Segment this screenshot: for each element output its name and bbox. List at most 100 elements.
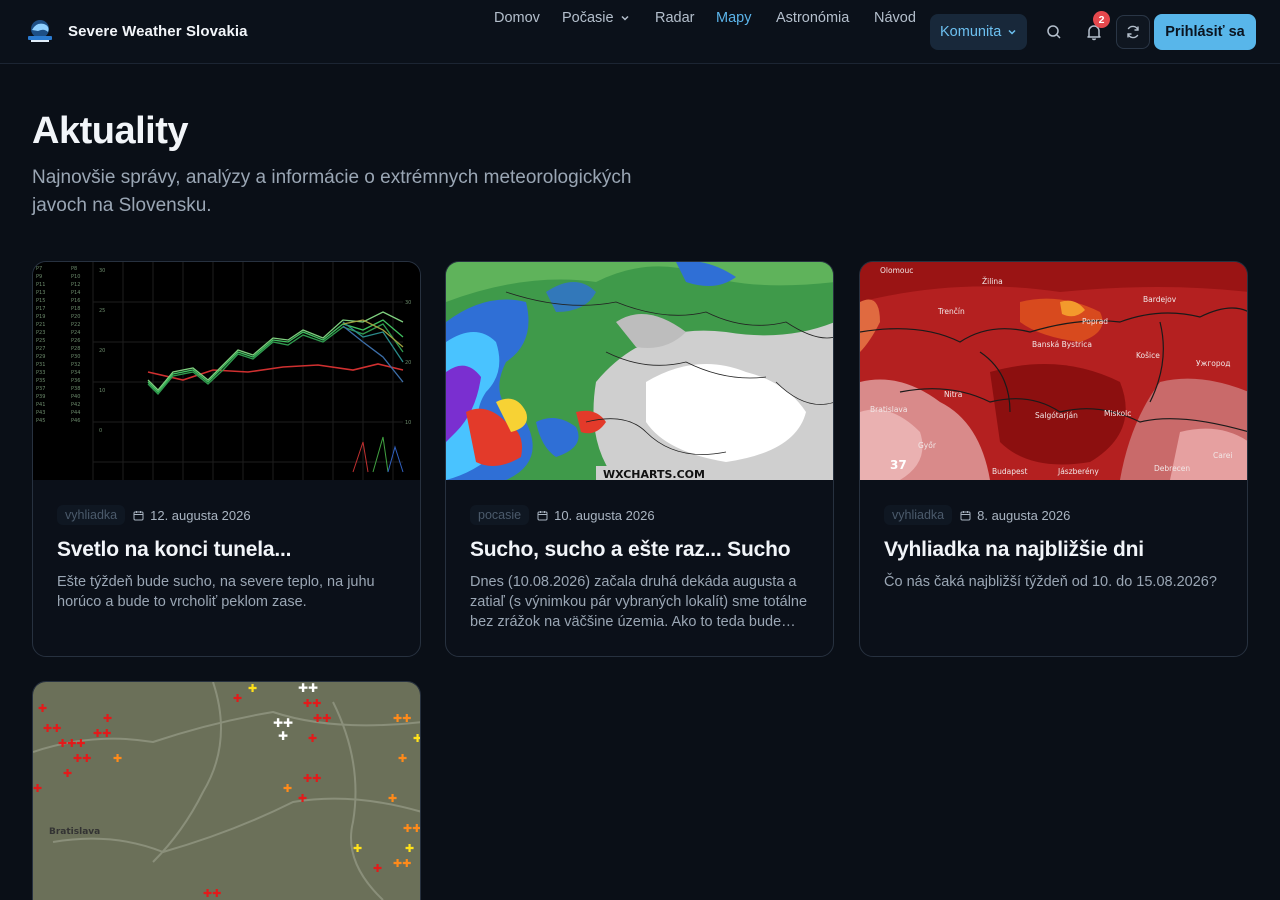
svg-text:✚: ✚ — [388, 792, 397, 805]
svg-text:✚✚: ✚✚ — [303, 772, 321, 785]
svg-text:20: 20 — [99, 348, 105, 354]
article-card[interactable]: P7 P9 P11 P13 P15 P17 P19 P21 P23 P25 P27 P29 P31… — [32, 261, 421, 657]
map-value-label: 37 — [890, 458, 907, 472]
svg-text:P28: P28 — [71, 346, 80, 352]
refresh-button[interactable] — [1116, 15, 1150, 49]
svg-text:P11: P11 — [36, 282, 45, 288]
nav-navod[interactable]: Návod — [874, 0, 916, 36]
svg-text:P17: P17 — [36, 306, 45, 312]
brand-logo-icon — [28, 20, 52, 42]
svg-text:✚: ✚ — [353, 842, 362, 855]
svg-text:P16: P16 — [71, 298, 80, 304]
svg-text:P20: P20 — [71, 314, 80, 320]
search-button[interactable] — [1037, 15, 1071, 49]
svg-text:P24: P24 — [71, 330, 80, 336]
article-excerpt: Dnes (10.08.2026) začala druhá dekáda au… — [470, 574, 808, 630]
nav-label: Mapy — [716, 10, 752, 26]
page-title: Aktuality — [32, 110, 188, 152]
nav-komunita[interactable]: Komunita — [930, 14, 1028, 50]
page-subtitle: Najnovšie správy, analýzy a informácie o… — [32, 167, 632, 216]
svg-text:P33: P33 — [36, 370, 45, 376]
article-date: 8. augusta 2026 — [960, 508, 1070, 523]
map-label: Salgótarján — [1035, 411, 1078, 420]
svg-text:P35: P35 — [36, 378, 45, 384]
svg-text:P39: P39 — [36, 394, 45, 400]
svg-text:P21: P21 — [36, 322, 45, 328]
nav-label: Počasie — [562, 10, 614, 26]
nav-pocasie[interactable]: Počasie — [562, 0, 630, 36]
article-title[interactable]: Sucho, sucho a ešte raz... Sucho — [470, 538, 809, 562]
article-title[interactable]: Vyhliadka na najbližšie dni — [884, 538, 1223, 562]
search-icon — [1047, 25, 1061, 39]
map-label: Bardejov — [1143, 295, 1177, 304]
svg-text:✚: ✚ — [248, 682, 257, 695]
svg-text:✚✚: ✚✚ — [73, 752, 91, 765]
svg-text:P38: P38 — [71, 386, 80, 392]
svg-text:P40: P40 — [71, 394, 80, 400]
calendar-icon — [960, 510, 971, 520]
nav-astronomia[interactable]: Astronómia — [776, 0, 849, 36]
category-tag[interactable]: vyhliadka — [57, 505, 126, 525]
nav-label: Návod — [874, 10, 916, 26]
svg-text:✚✚: ✚✚ — [313, 712, 331, 725]
category-tag[interactable]: vyhliadka — [884, 505, 953, 525]
svg-text:P34: P34 — [71, 370, 80, 376]
article-image-precipitation-map: WXCHARTS.COM — [446, 262, 833, 480]
article-date-text: 10. augusta 2026 — [554, 507, 655, 523]
svg-text:P8: P8 — [71, 266, 77, 272]
svg-text:P23: P23 — [36, 330, 45, 336]
login-button[interactable]: Prihlásiť sa — [1154, 14, 1256, 50]
nav-mapy[interactable]: Mapy — [716, 0, 751, 36]
svg-text:✚: ✚ — [38, 702, 47, 715]
svg-text:P10: P10 — [71, 274, 80, 280]
svg-text:✚: ✚ — [405, 842, 414, 855]
svg-text:P36: P36 — [71, 378, 80, 384]
svg-text:0: 0 — [99, 428, 102, 434]
svg-text:P15: P15 — [36, 298, 45, 304]
map-label: Ужгород — [1196, 359, 1230, 368]
svg-text:P14: P14 — [71, 290, 80, 296]
notifications-button[interactable]: 2 — [1077, 11, 1111, 49]
nav-label: Astronómia — [776, 10, 850, 26]
image-caption: WXCHARTS.COM — [603, 468, 705, 480]
article-image-lightning-map: ✚✚✚✚✚✚✚✚ ✚✚✚✚✚ ✚✚✚✚✚✚✚ ✚✚✚✚✚ ✚✚✚✚✚ ✚✚✚✚✚… — [33, 682, 420, 900]
map-label: Bratislava — [49, 827, 100, 837]
brand-name: Severe Weather Slovakia — [68, 22, 248, 40]
article-title[interactable]: Svetlo na konci tunela... — [57, 538, 396, 562]
article-date: 12. augusta 2026 — [133, 507, 251, 523]
nav-radar[interactable]: Radar — [655, 0, 695, 36]
svg-text:✚: ✚ — [103, 712, 112, 725]
svg-text:✚: ✚ — [398, 752, 407, 765]
map-label: Trenčín — [937, 307, 965, 316]
brand-link[interactable]: Severe Weather Slovakia — [26, 18, 248, 44]
svg-text:P46: P46 — [71, 418, 80, 424]
svg-text:✚✚: ✚✚ — [93, 727, 111, 740]
refresh-icon — [1127, 25, 1139, 39]
svg-text:✚✚: ✚✚ — [298, 682, 318, 695]
svg-text:✚: ✚ — [33, 782, 42, 795]
article-date-text: 12. augusta 2026 — [150, 507, 251, 523]
map-label: Nitra — [944, 390, 962, 399]
svg-text:P18: P18 — [71, 306, 80, 312]
svg-text:P43: P43 — [36, 410, 45, 416]
article-card[interactable]: Olomouc Žilina Bardejov Trenčín Banská B… — [859, 261, 1248, 657]
notification-count-badge: 2 — [1093, 11, 1110, 28]
article-card[interactable]: ✚✚ ✚✚✚ ✚✚ ✚ ✚✚ ✚ ✚ ✚ ✚✚ ✚✚ ✚ ✚✚ ✚ ✚ ✚✚ ✚ ✚ ✚✚ ✚ ✚ ✚✚ ✚✚ ✚… — [32, 681, 421, 900]
top-navigation-bar: Severe Weather Slovakia Domov Počasie Ra… — [0, 0, 1280, 64]
category-tag[interactable]: pocasie — [470, 505, 530, 525]
article-image-ensemble-chart: P7 P9 P11 P13 P15 P17 P19 P21 P23 P25 P27 P29 P31… — [33, 262, 420, 480]
svg-text:P27: P27 — [36, 346, 45, 352]
map-label: Košice — [1136, 351, 1160, 360]
svg-text:20: 20 — [405, 360, 411, 366]
map-label: Carei — [1213, 451, 1232, 460]
calendar-icon — [133, 510, 144, 520]
svg-text:P31: P31 — [36, 362, 45, 368]
svg-text:P19: P19 — [36, 314, 45, 320]
map-label: Poprad — [1082, 317, 1108, 326]
svg-text:✚: ✚ — [298, 792, 307, 805]
article-image-temperature-map: Olomouc Žilina Bardejov Trenčín Banská B… — [860, 262, 1247, 480]
svg-text:✚✚: ✚✚ — [303, 697, 321, 710]
article-card[interactable]: WXCHARTS.COM pocasie 10. augusta 2026 Su… — [445, 261, 834, 657]
nav-domov[interactable]: Domov — [494, 0, 540, 36]
map-label: Banská Bystrica — [1032, 340, 1092, 349]
